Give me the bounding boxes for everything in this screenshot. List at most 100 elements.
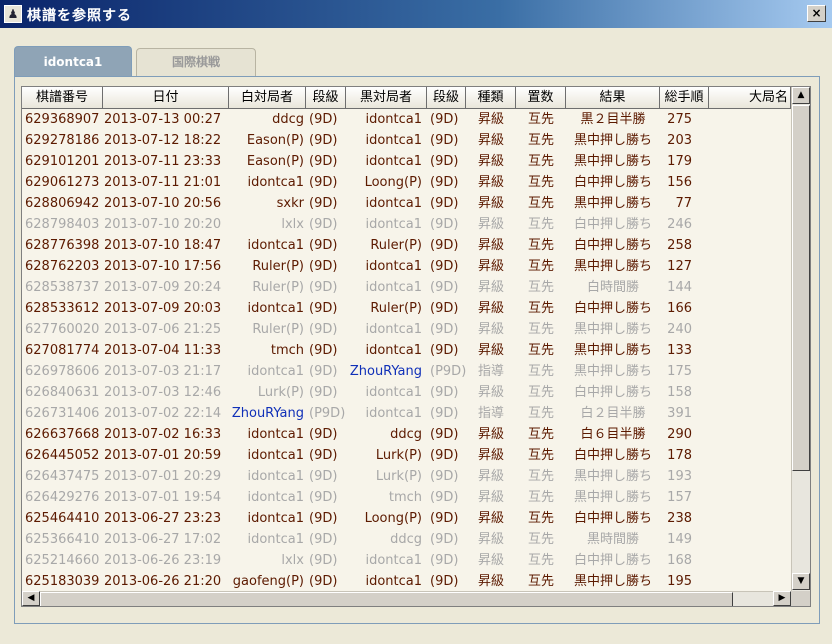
table-row[interactable]: 626731406 2013-07-02 22:14 ZhouRYang (P9D) i…: [22, 403, 791, 424]
cell-total-moves: 258: [667, 238, 692, 253]
cell-total-moves: 391: [667, 406, 692, 421]
table-row[interactable]: 625183039 2013-06-26 21:20 gaofeng(P) (9D) i…: [22, 571, 791, 592]
cell-game-id: 628762203: [25, 259, 100, 274]
cell-result: 白中押し勝ち: [573, 553, 652, 568]
table-row[interactable]: 625464410 2013-06-27 23:23 idontca1 (9D) Loo…: [22, 508, 791, 529]
column-header-total-moves[interactable]: 総手順: [660, 87, 709, 109]
cell-black-rank: (9D): [430, 406, 459, 421]
cell-date: 2013-07-01 19:54: [104, 490, 222, 505]
cell-date: 2013-07-09 20:03: [104, 301, 222, 316]
column-header-game-id[interactable]: 棋譜番号: [22, 87, 103, 109]
cell-date: 2013-07-10 18:47: [104, 238, 222, 253]
cell-type: 指導: [477, 406, 504, 421]
scroll-up-button[interactable]: ▲: [792, 87, 810, 104]
cell-handicap: 互先: [527, 511, 554, 526]
column-header-handicap[interactable]: 置数: [516, 87, 566, 109]
table-row[interactable]: 625214660 2013-06-26 23:19 lxlx (9D) idontca…: [22, 550, 791, 571]
column-header-type[interactable]: 種類: [466, 87, 516, 109]
cell-type: 昇級: [477, 469, 504, 484]
cell-date: 2013-07-03 12:46: [104, 385, 222, 400]
cell-black-player: idontca1: [365, 343, 422, 358]
table-row[interactable]: 629061273 2013-07-11 21:01 idontca1 (9D) Loo…: [22, 172, 791, 193]
horizontal-scroll-thumb[interactable]: [40, 592, 733, 606]
cell-result: 黒中押し勝ち: [573, 196, 652, 211]
cell-date: 2013-07-01 20:29: [104, 469, 222, 484]
cell-result: 白中押し勝ち: [573, 511, 652, 526]
close-button[interactable]: ×: [807, 5, 826, 22]
table-row[interactable]: 625366410 2013-06-27 17:02 idontca1 (9D) ddc…: [22, 529, 791, 550]
cell-white-player: Eason(P): [246, 133, 304, 148]
cell-result: 黒中押し勝ち: [573, 574, 652, 589]
cell-handicap: 互先: [527, 112, 554, 127]
scroll-right-button[interactable]: ▶: [773, 591, 791, 606]
table-row[interactable]: 626978606 2013-07-03 21:17 idontca1 (9D) Zho…: [22, 361, 791, 382]
cell-result: 白中押し勝ち: [573, 301, 652, 316]
table-row[interactable]: 629101201 2013-07-11 23:33 Eason(P) (9D) ido…: [22, 151, 791, 172]
column-header-black-rank[interactable]: 段級: [427, 87, 466, 109]
horizontal-scrollbar[interactable]: ◀ ▶: [22, 591, 791, 606]
cell-black-rank: (9D): [430, 343, 459, 358]
table-row[interactable]: 628806942 2013-07-10 20:56 sxkr (9D) idontca…: [22, 193, 791, 214]
table-row[interactable]: 628762203 2013-07-10 17:56 Ruler(P) (9D) ido…: [22, 256, 791, 277]
cell-date: 2013-06-27 23:23: [104, 511, 222, 526]
cell-black-player: Ruler(P): [370, 238, 422, 253]
table-row[interactable]: 626445052 2013-07-01 20:59 idontca1 (9D) Lur…: [22, 445, 791, 466]
table-row[interactable]: 629278186 2013-07-12 18:22 Eason(P) (9D) ido…: [22, 130, 791, 151]
cell-black-rank: (9D): [430, 511, 459, 526]
cell-type: 昇級: [477, 490, 504, 505]
table-row[interactable]: 629368907 2013-07-13 00:27 ddcg (9D) idontca…: [22, 109, 791, 130]
cell-white-player: idontca1: [247, 532, 304, 547]
cell-total-moves: 77: [675, 196, 692, 211]
cell-handicap: 互先: [527, 133, 554, 148]
cell-total-moves: 149: [667, 532, 692, 547]
cell-type: 昇級: [477, 133, 504, 148]
cell-result: 黒中押し勝ち: [573, 469, 652, 484]
tab-international[interactable]: 国際棋戦: [136, 48, 256, 76]
cell-date: 2013-07-09 20:24: [104, 280, 222, 295]
table-row[interactable]: 626637668 2013-07-02 16:33 idontca1 (9D) ddc…: [22, 424, 791, 445]
column-header-game-name[interactable]: 大局名: [709, 87, 791, 109]
cell-result: 黒中押し勝ち: [573, 154, 652, 169]
table-row[interactable]: 628798403 2013-07-10 20:20 lxlx (9D) idontca…: [22, 214, 791, 235]
cell-white-rank: (9D): [309, 301, 338, 316]
cell-type: 昇級: [477, 112, 504, 127]
cell-white-rank: (9D): [309, 469, 338, 484]
cell-total-moves: 275: [667, 112, 692, 127]
cell-white-rank: (9D): [309, 427, 338, 442]
cell-result: 黒中押し勝ち: [573, 343, 652, 358]
cell-black-player: idontca1: [365, 406, 422, 421]
table-row[interactable]: 626429276 2013-07-01 19:54 idontca1 (9D) tmc…: [22, 487, 791, 508]
table-row[interactable]: 628538737 2013-07-09 20:24 Ruler(P) (9D) ido…: [22, 277, 791, 298]
cell-handicap: 互先: [527, 490, 554, 505]
scroll-down-button[interactable]: ▼: [792, 573, 810, 590]
table-row[interactable]: 627081774 2013-07-04 11:33 tmch (9D) idontca…: [22, 340, 791, 361]
cell-game-id: 626731406: [25, 406, 100, 421]
cell-result: 白中押し勝ち: [573, 238, 652, 253]
cell-result: 黒中押し勝ち: [573, 490, 652, 505]
column-header-white-rank[interactable]: 段級: [306, 87, 346, 109]
cell-handicap: 互先: [527, 553, 554, 568]
vertical-scroll-thumb[interactable]: [792, 105, 810, 471]
column-header-white-player[interactable]: 白対局者: [229, 87, 306, 109]
column-header-date[interactable]: 日付: [103, 87, 229, 109]
cell-white-rank: (9D): [309, 196, 338, 211]
cell-white-rank: (9D): [309, 217, 338, 232]
cell-total-moves: 178: [667, 448, 692, 463]
table-row[interactable]: 626840631 2013-07-03 12:46 Lurk(P) (9D) idon…: [22, 382, 791, 403]
column-header-black-player[interactable]: 黒対局者: [346, 87, 427, 109]
cell-white-player: idontca1: [247, 448, 304, 463]
cell-black-player: idontca1: [365, 280, 422, 295]
cell-black-rank: (9D): [430, 133, 459, 148]
vertical-scrollbar[interactable]: ▲ ▼: [791, 87, 810, 591]
cell-game-id: 626429276: [25, 490, 100, 505]
scroll-left-button[interactable]: ◀: [22, 591, 40, 606]
tab-idontca1[interactable]: idontca1: [14, 46, 132, 77]
table-row[interactable]: 626437475 2013-07-01 20:29 idontca1 (9D) Lur…: [22, 466, 791, 487]
scrollbar-corner: [791, 591, 810, 606]
table-row[interactable]: 628776398 2013-07-10 18:47 idontca1 (9D) Rul…: [22, 235, 791, 256]
cell-white-rank: (9D): [309, 574, 338, 589]
cell-type: 昇級: [477, 301, 504, 316]
table-row[interactable]: 628533612 2013-07-09 20:03 idontca1 (9D) Rul…: [22, 298, 791, 319]
column-header-result[interactable]: 結果: [566, 87, 660, 109]
table-row[interactable]: 627760020 2013-07-06 21:25 Ruler(P) (9D) ido…: [22, 319, 791, 340]
